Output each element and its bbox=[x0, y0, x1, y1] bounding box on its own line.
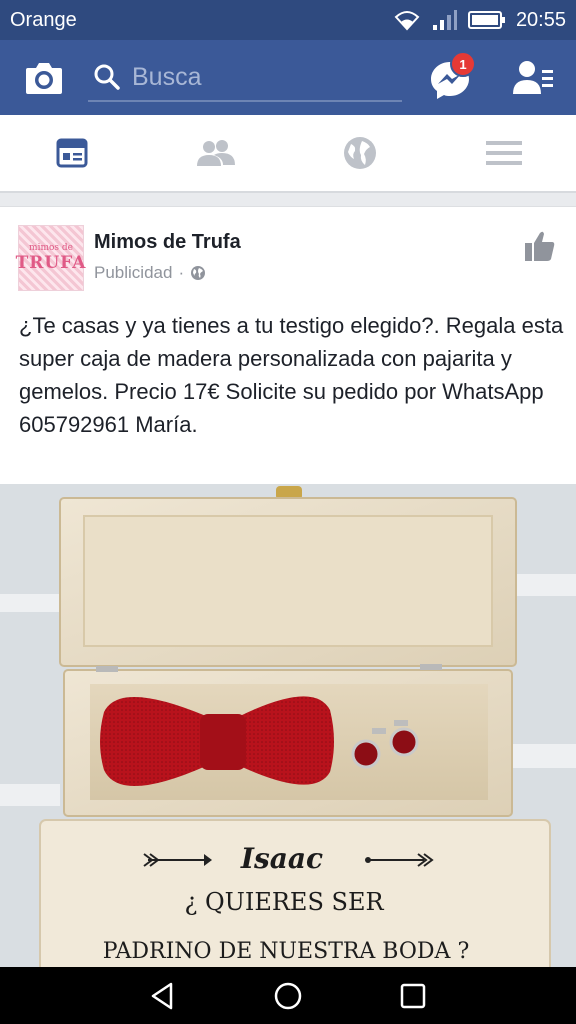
avatar-text-top: mimos de bbox=[29, 243, 73, 253]
status-icons: 20:55 bbox=[392, 9, 566, 32]
tab-bar bbox=[0, 115, 576, 193]
photo-name-text: Isaac bbox=[240, 842, 323, 875]
messenger-badge: 1 bbox=[450, 51, 476, 77]
avatar-text-bottom: TRUFA bbox=[15, 253, 87, 273]
search-icon bbox=[94, 64, 120, 90]
post-text: ¿Te casas y ya tienes a tu testigo elegi… bbox=[19, 313, 564, 437]
photo-line2-text: PADRINO DE NUESTRA BODA ? bbox=[103, 939, 470, 964]
like-page-icon[interactable] bbox=[524, 229, 556, 263]
news-feed-icon bbox=[56, 138, 88, 168]
feed-separator bbox=[0, 193, 576, 207]
friends-icon bbox=[197, 140, 235, 166]
friend-requests-icon[interactable] bbox=[512, 58, 554, 98]
post-photo[interactable]: Isaac ¿ QUIERES SER PADRINO DE NUESTRA B… bbox=[0, 484, 576, 967]
back-icon[interactable] bbox=[147, 980, 179, 1012]
android-nav-bar bbox=[0, 967, 576, 1024]
tab-friends[interactable] bbox=[144, 115, 288, 191]
menu-icon bbox=[486, 141, 522, 165]
search-input[interactable]: Busca bbox=[132, 63, 201, 92]
camera-icon[interactable] bbox=[24, 60, 64, 96]
top-bar: Busca 1 bbox=[0, 40, 576, 115]
tab-menu[interactable] bbox=[432, 115, 576, 191]
separator-dot: · bbox=[178, 263, 185, 282]
sponsored-info: Publicidad · bbox=[94, 263, 206, 283]
recents-icon[interactable] bbox=[397, 980, 429, 1012]
photo-line1-text: ¿ QUIERES SER bbox=[184, 888, 384, 916]
status-bar: Orange 20:55 bbox=[0, 0, 576, 40]
globe-icon bbox=[344, 137, 376, 169]
page-avatar[interactable]: mimos de TRUFA bbox=[15, 225, 87, 291]
carrier-label: Orange bbox=[10, 8, 77, 31]
tab-notifications[interactable] bbox=[288, 115, 432, 191]
home-icon[interactable] bbox=[272, 980, 304, 1012]
search-bar[interactable]: Busca bbox=[88, 54, 402, 102]
wifi-icon bbox=[394, 11, 420, 31]
photo-illustration: Isaac ¿ QUIERES SER PADRINO DE NUESTRA B… bbox=[0, 484, 576, 967]
sponsored-label: Publicidad bbox=[94, 263, 173, 282]
sponsored-post: mimos de TRUFA Mimos de Trufa Publicidad… bbox=[0, 207, 576, 967]
page-name[interactable]: Mimos de Trufa bbox=[94, 231, 241, 254]
clock: 20:55 bbox=[515, 8, 566, 31]
tab-news-feed[interactable] bbox=[0, 115, 144, 191]
battery-icon bbox=[467, 11, 505, 29]
signal-icon bbox=[432, 10, 457, 30]
public-globe-icon bbox=[191, 266, 206, 280]
